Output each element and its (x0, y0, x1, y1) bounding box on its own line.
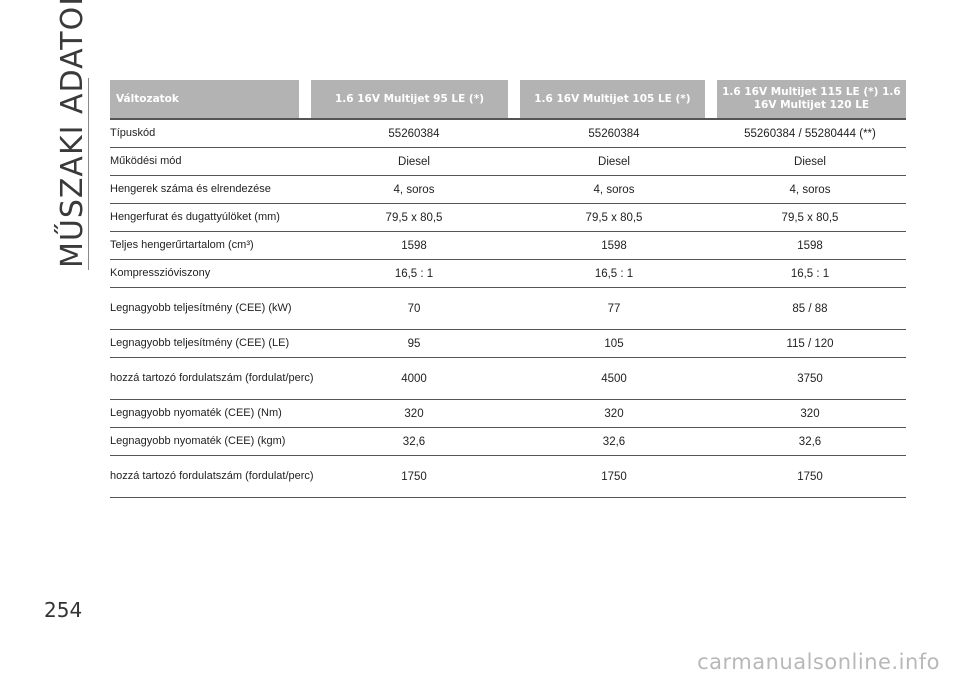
header-variants: Változatok (110, 80, 300, 118)
row-label: hozzá tartozó fordulatszám (fordulat/per… (110, 372, 314, 384)
cell-105le: 1750 (601, 470, 627, 483)
cell-115-120le: 1750 (797, 470, 823, 483)
table-row: Legnagyobb teljesítmény (CEE) (kW) 70 77… (110, 288, 906, 330)
section-title-vertical: MŰSZAKI ADATOK (55, 0, 90, 268)
table-header: Változatok 1.6 16V Multijet 95 LE (*) 1.… (110, 80, 906, 118)
cell-95le: 70 (407, 302, 421, 315)
cell-95le: 4000 (401, 372, 427, 385)
cell-105le: 105 (604, 337, 624, 350)
table-row: Legnagyobb nyomaték (CEE) (Nm) 320 320 3… (110, 400, 906, 428)
cell-95le: 320 (404, 407, 424, 420)
engine-spec-table: Változatok 1.6 16V Multijet 95 LE (*) 1.… (110, 80, 906, 498)
row-label: hozzá tartozó fordulatszám (fordulat/per… (110, 470, 314, 482)
cell-105le: 4, soros (593, 183, 635, 196)
section-divider (88, 78, 89, 270)
table-row: hozzá tartozó fordulatszám (fordulat/per… (110, 456, 906, 498)
cell-115-120le: 85 / 88 (792, 302, 828, 315)
table-body: Típuskód 55260384 55260384 55260384 / 55… (110, 118, 906, 498)
cell-95le: 32,6 (402, 435, 426, 448)
cell-105le: 16,5 : 1 (594, 267, 634, 280)
cell-105le: 1598 (601, 239, 627, 252)
cell-95le: 1598 (401, 239, 427, 252)
table-row: Legnagyobb teljesítmény (CEE) (LE) 95 10… (110, 330, 906, 358)
header-95le: 1.6 16V Multijet 95 LE (*) (310, 80, 508, 118)
table-row: Hengerfurat és dugattyúlöket (mm) 79,5 x… (110, 204, 906, 232)
cell-105le: 77 (607, 302, 621, 315)
cell-95le: 1750 (401, 470, 427, 483)
row-label: Legnagyobb teljesítmény (CEE) (kW) (110, 302, 292, 314)
row-label: Legnagyobb teljesítmény (CEE) (LE) (110, 337, 290, 349)
cell-105le: Diesel (598, 155, 630, 168)
table-row: Típuskód 55260384 55260384 55260384 / 55… (110, 120, 906, 148)
cell-95le: 79,5 x 80,5 (385, 211, 443, 224)
cell-105le: 320 (604, 407, 624, 420)
cell-115-120le: 320 (800, 407, 820, 420)
cell-95le: 55260384 (388, 127, 440, 140)
cell-95le: 95 (407, 337, 421, 350)
cell-115-120le: 32,6 (798, 435, 822, 448)
row-label: Hengerfurat és dugattyúlöket (mm) (110, 211, 280, 223)
cell-115-120le: 79,5 x 80,5 (781, 211, 839, 224)
cell-115-120le: Diesel (794, 155, 826, 168)
cell-95le: 16,5 : 1 (394, 267, 434, 280)
cell-105le: 32,6 (602, 435, 626, 448)
header-105le: 1.6 16V Multijet 105 LE (*) (519, 80, 706, 118)
table-row: Kompresszióviszony 16,5 : 1 16,5 : 1 16,… (110, 260, 906, 288)
row-label: Teljes hengerűrtartalom (cm³) (110, 239, 254, 251)
row-label: Típuskód (110, 127, 156, 139)
header-115-120le: 1.6 16V Multijet 115 LE (*) 1.6 16V Mult… (716, 80, 906, 118)
table-row: hozzá tartozó fordulatszám (fordulat/per… (110, 358, 906, 400)
row-label: Hengerek száma és elrendezése (110, 183, 271, 195)
row-label: Kompresszióviszony (110, 267, 211, 279)
page-number: 254 (44, 598, 83, 622)
row-label: Legnagyobb nyomaték (CEE) (Nm) (110, 407, 282, 419)
cell-115-120le: 4, soros (789, 183, 831, 196)
row-label: Legnagyobb nyomaték (CEE) (kgm) (110, 435, 286, 447)
cell-95le: 4, soros (393, 183, 435, 196)
table-row: Teljes hengerűrtartalom (cm³) 1598 1598 … (110, 232, 906, 260)
cell-105le: 55260384 (588, 127, 640, 140)
cell-115-120le: 3750 (797, 372, 823, 385)
watermark: carmanualsonline.info (697, 650, 940, 674)
cell-115-120le: 1598 (797, 239, 823, 252)
cell-105le: 79,5 x 80,5 (585, 211, 643, 224)
table-row: Hengerek száma és elrendezése 4, soros 4… (110, 176, 906, 204)
cell-115-120le: 115 / 120 (786, 337, 834, 350)
row-label: Működési mód (110, 155, 182, 167)
cell-115-120le: 55260384 / 55280444 (**) (744, 127, 876, 140)
cell-115-120le: 16,5 : 1 (790, 267, 830, 280)
cell-105le: 4500 (601, 372, 627, 385)
table-row: Működési mód Diesel Diesel Diesel (110, 148, 906, 176)
table-row: Legnagyobb nyomaték (CEE) (kgm) 32,6 32,… (110, 428, 906, 456)
cell-95le: Diesel (398, 155, 430, 168)
